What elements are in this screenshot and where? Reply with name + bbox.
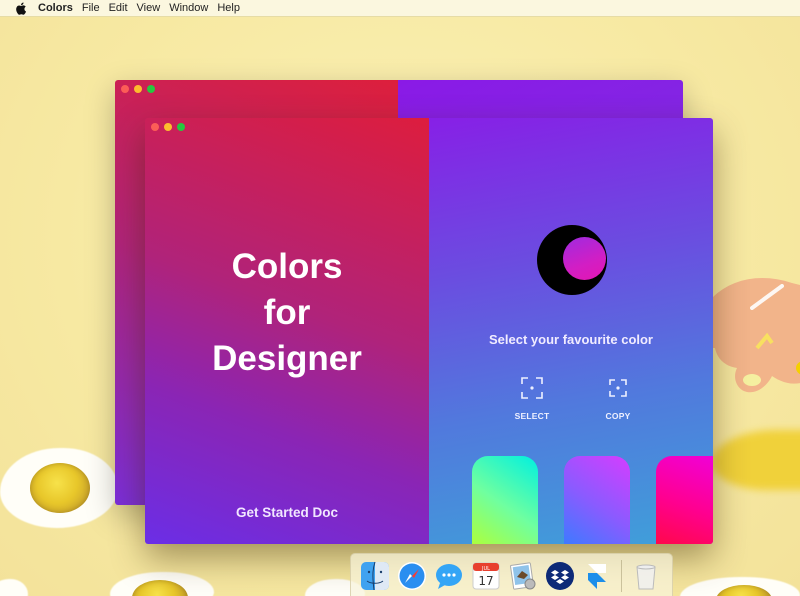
copy-button[interactable]: COPY	[588, 376, 648, 421]
hero-line: Designer	[212, 339, 362, 378]
egg-decoration	[305, 575, 365, 596]
finder-icon	[360, 561, 389, 591]
dock-safari[interactable]	[396, 561, 427, 592]
messages-icon	[435, 564, 462, 589]
minimize-button[interactable]	[134, 85, 142, 93]
dock-preview[interactable]	[507, 561, 538, 592]
menu-file[interactable]: File	[82, 2, 100, 14]
safari-icon	[397, 562, 426, 590]
menu-edit[interactable]: Edit	[109, 2, 128, 14]
framer-icon	[587, 564, 606, 589]
dock-calendar[interactable]: JUL 17	[470, 561, 501, 592]
menu-bar: Colors File Edit View Window Help	[0, 0, 800, 17]
menu-view[interactable]: View	[137, 2, 161, 14]
dock-dropbox[interactable]	[544, 561, 575, 592]
yellow-paint-decoration	[712, 430, 800, 490]
close-button[interactable]	[151, 123, 159, 131]
trash-icon	[635, 564, 656, 590]
preview-icon	[509, 562, 535, 590]
color-picker-panel: Select your favourite color SELECT COPY	[429, 118, 713, 544]
maximize-button[interactable]	[147, 85, 155, 93]
egg-decoration	[110, 568, 214, 596]
close-button[interactable]	[121, 85, 129, 93]
dock-messages[interactable]	[433, 561, 464, 592]
dock-separator	[621, 560, 622, 592]
hand-photo-decoration	[712, 278, 800, 393]
calendar-day: 17	[478, 574, 493, 588]
select-label: SELECT	[514, 411, 550, 421]
egg-decoration	[0, 440, 118, 530]
dropbox-icon	[545, 562, 574, 590]
hero-line: Colors	[231, 247, 343, 286]
main-window-controls	[151, 123, 185, 131]
swatch-red-magenta[interactable]	[656, 456, 713, 544]
copy-frame-icon	[609, 379, 627, 397]
dock-trash[interactable]	[630, 561, 661, 592]
select-color-prompt: Select your favourite color	[489, 332, 653, 347]
calendar-month: JUL	[481, 566, 490, 572]
copy-label: COPY	[605, 411, 631, 421]
eyedropper-frame-icon	[521, 377, 543, 399]
apple-menu-icon[interactable]	[14, 1, 28, 15]
menu-window[interactable]: Window	[169, 2, 208, 14]
welcome-panel: Colors for Designer Get Started Doc	[145, 118, 429, 544]
selected-color-swatch	[563, 237, 606, 280]
back-window-controls	[121, 85, 155, 93]
dock-finder[interactable]	[359, 561, 390, 592]
hero-line: for	[263, 293, 311, 332]
main-window: Colors for Designer Get Started Doc Sele…	[145, 118, 713, 544]
calendar-icon: JUL 17	[472, 562, 499, 590]
maximize-button[interactable]	[177, 123, 185, 131]
swatch-blue-violet[interactable]	[564, 456, 630, 544]
egg-decoration	[0, 575, 30, 596]
minimize-button[interactable]	[164, 123, 172, 131]
egg-decoration	[680, 575, 800, 596]
get-started-doc-link[interactable]: Get Started Doc	[145, 505, 429, 520]
color-preview	[537, 225, 607, 295]
menu-help[interactable]: Help	[217, 2, 240, 14]
swatch-lime-cyan[interactable]	[472, 456, 538, 544]
dock: JUL 17	[350, 553, 673, 596]
menu-app-colors[interactable]: Colors	[38, 2, 73, 14]
select-button[interactable]: SELECT	[502, 376, 562, 421]
dock-framer[interactable]	[581, 561, 612, 592]
hero-title: Colors for Designer	[145, 244, 429, 382]
